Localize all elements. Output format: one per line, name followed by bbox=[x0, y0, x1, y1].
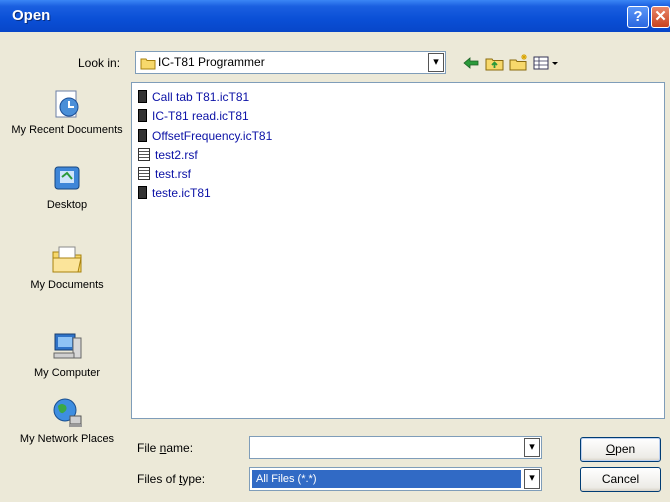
place-label: Desktop bbox=[46, 199, 88, 211]
open-button[interactable]: Open bbox=[580, 437, 661, 462]
chevron-down-icon[interactable] bbox=[524, 438, 540, 457]
ict81-file-icon bbox=[138, 109, 147, 122]
place-my-computer[interactable]: My Computer bbox=[8, 330, 126, 380]
new-folder-icon[interactable] bbox=[508, 53, 530, 73]
file-name-field[interactable] bbox=[249, 436, 542, 459]
file-item[interactable]: IC-T81 read.icT81 bbox=[138, 109, 249, 127]
places-bar: My Recent Documents Desktop My Documents bbox=[8, 80, 126, 480]
place-label: My Recent Documents bbox=[11, 124, 123, 136]
folder-icon bbox=[140, 58, 156, 70]
place-label: My Computer bbox=[33, 367, 101, 379]
rsf-file-icon bbox=[138, 167, 150, 180]
file-item[interactable]: Call tab T81.icT81 bbox=[138, 90, 249, 108]
help-button[interactable]: ? bbox=[627, 6, 649, 28]
place-label: My Documents bbox=[30, 279, 104, 291]
file-item[interactable]: test2.rsf bbox=[138, 148, 198, 166]
recent-documents-icon bbox=[55, 90, 79, 118]
open-dialog: Open ? ✕ Look in: IC-T81 Programmer ▾ My… bbox=[0, 0, 670, 502]
close-button[interactable]: ✕ bbox=[651, 6, 670, 28]
place-desktop[interactable]: Desktop bbox=[8, 162, 126, 212]
title-bar[interactable]: Open ? ✕ bbox=[0, 0, 670, 32]
ict81-file-icon bbox=[138, 129, 147, 142]
my-computer-icon bbox=[53, 333, 82, 359]
back-icon[interactable] bbox=[460, 53, 482, 73]
file-name: teste.icT81 bbox=[152, 186, 211, 200]
rsf-file-icon bbox=[138, 148, 150, 161]
network-places-icon bbox=[53, 398, 82, 427]
place-my-recent-documents[interactable]: My Recent Documents bbox=[8, 87, 126, 137]
file-name: test.rsf bbox=[155, 167, 192, 181]
ict81-file-icon bbox=[138, 186, 147, 199]
look-in-value: IC-T81 Programmer bbox=[158, 55, 265, 69]
chevron-down-icon[interactable] bbox=[524, 469, 540, 489]
file-name: test2.rsf bbox=[155, 148, 198, 162]
file-name: OffsetFrequency.icT81 bbox=[152, 129, 273, 143]
chevron-down-icon[interactable] bbox=[428, 53, 444, 72]
file-item[interactable]: teste.icT81 bbox=[138, 186, 211, 204]
desktop-icon bbox=[54, 166, 80, 190]
file-name: IC-T81 read.icT81 bbox=[152, 109, 249, 123]
file-type-value: All Files (*.*) bbox=[252, 470, 521, 488]
file-type-dropdown[interactable]: All Files (*.*) bbox=[249, 467, 542, 491]
window-title: Open bbox=[12, 7, 51, 24]
file-name-label: File name: bbox=[137, 441, 194, 455]
place-my-documents[interactable]: My Documents bbox=[8, 242, 126, 292]
look-in-label: Look in: bbox=[78, 56, 121, 70]
look-in-dropdown[interactable]: IC-T81 Programmer bbox=[135, 51, 446, 74]
place-label: My Network Places bbox=[19, 433, 115, 445]
file-name: Call tab T81.icT81 bbox=[152, 90, 250, 104]
file-item[interactable]: OffsetFrequency.icT81 bbox=[138, 129, 272, 147]
file-item[interactable]: test.rsf bbox=[138, 167, 191, 185]
up-folder-icon[interactable] bbox=[484, 53, 506, 73]
cancel-button[interactable]: Cancel bbox=[580, 467, 661, 492]
file-list[interactable]: Call tab T81.icT81 IC-T81 read.icT81 Off… bbox=[131, 82, 665, 419]
ict81-file-icon bbox=[138, 90, 147, 103]
place-my-network-places[interactable]: My Network Places bbox=[8, 396, 126, 446]
file-type-label: Files of type: bbox=[137, 472, 206, 486]
my-documents-icon bbox=[52, 246, 82, 273]
views-menu-icon[interactable] bbox=[532, 53, 562, 73]
